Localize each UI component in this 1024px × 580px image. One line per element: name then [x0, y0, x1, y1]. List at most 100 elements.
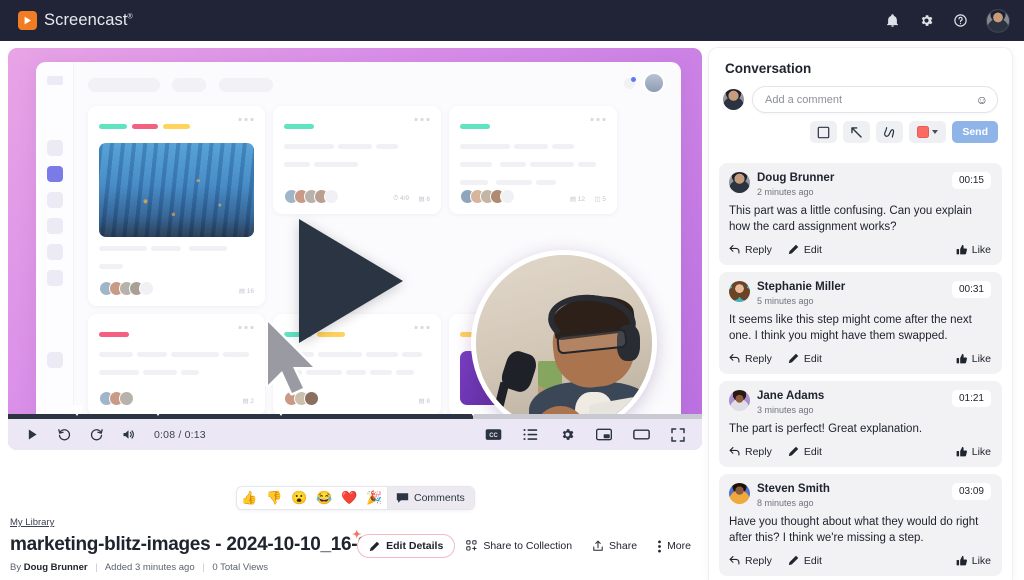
video-scrubber[interactable] — [8, 405, 702, 419]
notifications-bell-icon[interactable] — [884, 12, 901, 29]
volume-button[interactable] — [116, 423, 140, 447]
comment-marker[interactable] — [71, 405, 82, 416]
share-label: Share — [609, 540, 638, 552]
like-button[interactable]: Like — [956, 353, 991, 365]
edit-button[interactable]: Edit — [788, 446, 822, 458]
time-display: 0:08 / 0:13 — [154, 428, 206, 441]
mock-profile-icon — [47, 352, 63, 368]
mock-card-menu-icon — [238, 118, 254, 121]
rectangle-tool[interactable] — [810, 121, 838, 143]
more-label: More — [667, 540, 691, 552]
edit-button[interactable]: Edit — [788, 555, 822, 567]
svg-text:CC: CC — [489, 433, 498, 439]
color-swatch — [917, 126, 930, 138]
smiley-icon[interactable]: ☺ — [976, 94, 988, 106]
comment-input-wrapper[interactable]: ☺ — [752, 86, 998, 113]
comment-thread[interactable]: Doug Brunner 2 minutes ago 00:15 This pa… — [709, 163, 1012, 580]
forward-button[interactable] — [84, 423, 108, 447]
mock-calendar-icon — [47, 244, 63, 260]
view-count: 0 Total Views — [212, 562, 269, 573]
edit-button[interactable]: Edit — [788, 244, 822, 256]
theater-mode-button[interactable] — [629, 423, 653, 447]
party-reaction[interactable]: 🎉 — [362, 487, 387, 509]
comment-marker[interactable] — [152, 405, 164, 416]
comment-video-timestamp[interactable]: 00:31 — [951, 280, 991, 298]
comment-header: Doug Brunner 2 minutes ago 00:15 — [729, 172, 991, 197]
reply-button[interactable]: Reply — [729, 244, 772, 256]
comment-marker[interactable] — [467, 405, 479, 416]
like-button[interactable]: Like — [956, 446, 991, 458]
comment-item[interactable]: Steven Smith 8 minutes ago 03:09 Have yo… — [719, 473, 1002, 576]
comment-video-timestamp[interactable]: 01:21 — [951, 389, 991, 407]
mock-menu-icon — [47, 76, 63, 85]
play-logo-icon — [18, 11, 37, 30]
comment-video-timestamp[interactable]: 03:09 — [951, 482, 991, 500]
reply-button[interactable]: Reply — [729, 555, 772, 567]
color-picker[interactable] — [909, 121, 947, 143]
comment-actions: Reply Edit Like — [729, 244, 991, 256]
video-info-bar: My Library marketing-blitz-images - 2024… — [10, 512, 700, 573]
meta-separator: | — [95, 562, 98, 573]
comments-toggle-button[interactable]: Comments — [387, 487, 474, 509]
edit-details-button[interactable]: ✦ Edit Details — [352, 529, 456, 558]
comment-actions: Reply Edit Like — [729, 555, 991, 567]
fullscreen-button[interactable] — [666, 423, 690, 447]
video-player[interactable]: ▤ 16 ⏱ 4/9 ▤ 6 ▤ 12 ◫ 5 ▤ 2 ▤ 8 0:08 / 0… — [8, 48, 702, 450]
like-button[interactable]: Like — [956, 555, 991, 567]
comment-body: Have you thought about what they would d… — [729, 516, 979, 545]
comment-input[interactable] — [765, 93, 976, 106]
mock-sidebar — [36, 62, 74, 414]
mock-boards-icon — [47, 166, 63, 182]
pen-tool[interactable] — [876, 121, 904, 143]
mock-avatar-stack — [284, 189, 339, 204]
composer-avatar — [723, 89, 744, 110]
commenter-name: Stephanie Miller — [757, 280, 846, 293]
breadcrumb-my-library[interactable]: My Library — [10, 517, 54, 528]
comments-toggle-label: Comments — [414, 492, 465, 504]
mock-metric: ▤ 8 — [418, 398, 430, 405]
mock-tag — [132, 124, 158, 129]
user-avatar[interactable] — [986, 8, 1010, 33]
commenter-info: Steven Smith 8 minutes ago — [757, 483, 830, 508]
comment-item[interactable]: Doug Brunner 2 minutes ago 00:15 This pa… — [719, 163, 1002, 265]
settings-button[interactable] — [555, 423, 579, 447]
chevron-down-icon — [932, 130, 939, 134]
like-button[interactable]: Like — [956, 244, 991, 256]
big-play-button[interactable] — [299, 219, 403, 343]
settings-gear-icon[interactable] — [918, 12, 935, 29]
send-button[interactable]: Send — [952, 121, 998, 143]
reply-button[interactable]: Reply — [729, 446, 772, 458]
rewind-button[interactable] — [52, 423, 76, 447]
thumbs-up-reaction[interactable]: 👍 — [237, 487, 262, 509]
like-label: Like — [971, 352, 991, 365]
reply-button[interactable]: Reply — [729, 353, 772, 365]
mock-metric: ◫ 5 — [594, 196, 606, 203]
thumbs-down-reaction[interactable]: 👎 — [262, 487, 287, 509]
more-button[interactable]: More — [648, 534, 700, 558]
commenter-name: Doug Brunner — [757, 172, 835, 184]
video-metadata: By Doug Brunner | Added 3 minutes ago | … — [10, 562, 700, 573]
chapters-button[interactable] — [518, 423, 542, 447]
edit-label: Edit — [803, 243, 822, 256]
comment-item[interactable]: Jane Adams 3 minutes ago 01:21 The part … — [719, 380, 1002, 467]
arrow-tool[interactable] — [843, 121, 871, 143]
mock-chat-icon — [47, 270, 63, 286]
heart-reaction[interactable]: ❤️ — [337, 487, 362, 509]
comment-marker[interactable] — [275, 405, 287, 416]
captions-button[interactable]: CC — [481, 423, 505, 447]
mock-avatar-stack — [99, 281, 154, 296]
surprised-reaction[interactable]: 😮 — [287, 487, 312, 509]
share-button[interactable]: Share — [583, 534, 646, 558]
comment-item[interactable]: Stephanie Miller 5 minutes ago 00:31 It … — [719, 271, 1002, 374]
edit-button[interactable]: Edit — [788, 353, 822, 365]
comment-video-timestamp[interactable]: 00:15 — [951, 172, 991, 189]
picture-in-picture-button[interactable] — [592, 423, 616, 447]
laughing-reaction[interactable]: 😂 — [312, 487, 337, 509]
reply-label: Reply — [745, 352, 772, 365]
brand-logo[interactable]: Screencast® — [18, 11, 133, 30]
share-to-collection-button[interactable]: Share to Collection — [457, 534, 581, 558]
help-icon[interactable] — [952, 12, 969, 29]
conversation-panel: Conversation ☺ Send — [709, 48, 1012, 580]
play-button[interactable] — [20, 423, 44, 447]
top-navigation-bar: Screencast® — [0, 0, 1024, 41]
